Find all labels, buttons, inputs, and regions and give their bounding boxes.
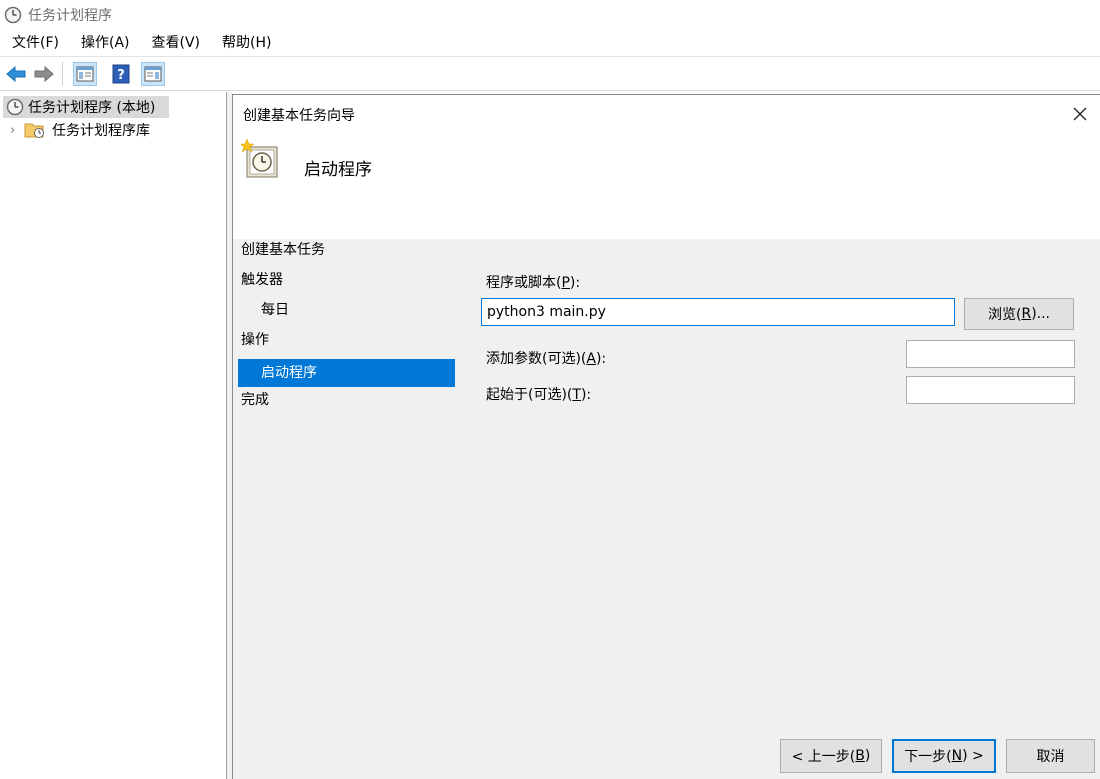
start-in-input[interactable] bbox=[906, 376, 1075, 404]
close-button[interactable] bbox=[1069, 103, 1091, 125]
wizard-title: 创建基本任务向导 bbox=[243, 108, 355, 124]
toolbar-separator bbox=[62, 61, 63, 86]
back-arrow-icon bbox=[6, 65, 26, 82]
tree-item-task-scheduler-local[interactable]: 任务计划程序 (本地) bbox=[3, 96, 169, 118]
step-start-program: 启动程序 bbox=[238, 359, 455, 387]
arguments-label: 添加参数(可选)(A): bbox=[486, 351, 607, 367]
wizard-header: 创建基本任务向导 启动程序 bbox=[233, 95, 1100, 239]
show-hide-action-pane-icon bbox=[144, 66, 162, 81]
menu-bar: 文件(F) 操作(A) 查看(V) 帮助(H) bbox=[0, 30, 1100, 57]
create-basic-task-wizard: 创建基本任务向导 启动程序 创建基本任务 触发器 每日 操作 启动程序 完成 程… bbox=[232, 94, 1100, 779]
menu-file[interactable]: 文件(F) bbox=[0, 30, 69, 57]
show-hide-action-pane-button[interactable] bbox=[141, 61, 165, 86]
start-in-label: 起始于(可选)(T): bbox=[486, 387, 592, 403]
wizard-steps: 创建基本任务 触发器 每日 操作 启动程序 完成 bbox=[233, 239, 458, 779]
step-action: 操作 bbox=[241, 332, 269, 348]
clock-icon bbox=[6, 98, 24, 116]
help-icon: ? bbox=[112, 64, 130, 83]
navigation-tree: 任务计划程序 (本地) › 任务计划程序库 bbox=[0, 92, 227, 779]
next-button[interactable]: 下一步(N) > bbox=[892, 739, 996, 773]
window-title: 任务计划程序 bbox=[28, 8, 112, 24]
program-script-input[interactable] bbox=[481, 298, 955, 326]
close-icon bbox=[1073, 107, 1087, 121]
forward-arrow-icon bbox=[34, 65, 54, 82]
step-daily: 每日 bbox=[261, 302, 289, 318]
menu-view[interactable]: 查看(V) bbox=[140, 30, 211, 57]
title-bar: 任务计划程序 bbox=[0, 0, 1100, 30]
browse-button[interactable]: 浏览(R)... bbox=[964, 298, 1074, 330]
wizard-heading: 启动程序 bbox=[304, 160, 372, 180]
chevron-right-icon[interactable]: › bbox=[10, 123, 24, 138]
menu-action[interactable]: 操作(A) bbox=[69, 30, 140, 57]
step-trigger: 触发器 bbox=[241, 272, 283, 288]
menu-help[interactable]: 帮助(H) bbox=[210, 30, 281, 57]
back-button[interactable] bbox=[4, 62, 28, 86]
show-hide-tree-icon bbox=[76, 66, 94, 81]
step-finish: 完成 bbox=[241, 392, 269, 408]
clock-icon bbox=[4, 6, 22, 24]
folder-clock-icon bbox=[24, 123, 44, 138]
program-script-label: 程序或脚本(P): bbox=[486, 275, 581, 291]
arguments-input[interactable] bbox=[906, 340, 1075, 368]
tree-item-label: 任务计划程序库 bbox=[52, 123, 150, 139]
tree-item-task-scheduler-library[interactable]: › 任务计划程序库 bbox=[10, 119, 150, 141]
step-create-basic-task: 创建基本任务 bbox=[241, 242, 325, 258]
toolbar: ? bbox=[0, 57, 1100, 91]
cancel-button[interactable]: 取消 bbox=[1006, 739, 1095, 773]
forward-button[interactable] bbox=[32, 62, 56, 86]
help-button[interactable]: ? bbox=[109, 62, 133, 86]
back-button[interactable]: < 上一步(B) bbox=[780, 739, 882, 773]
svg-text:?: ? bbox=[117, 68, 125, 83]
tree-item-label: 任务计划程序 (本地) bbox=[28, 100, 156, 116]
show-hide-tree-button[interactable] bbox=[73, 61, 97, 86]
task-clock-icon bbox=[241, 139, 278, 178]
